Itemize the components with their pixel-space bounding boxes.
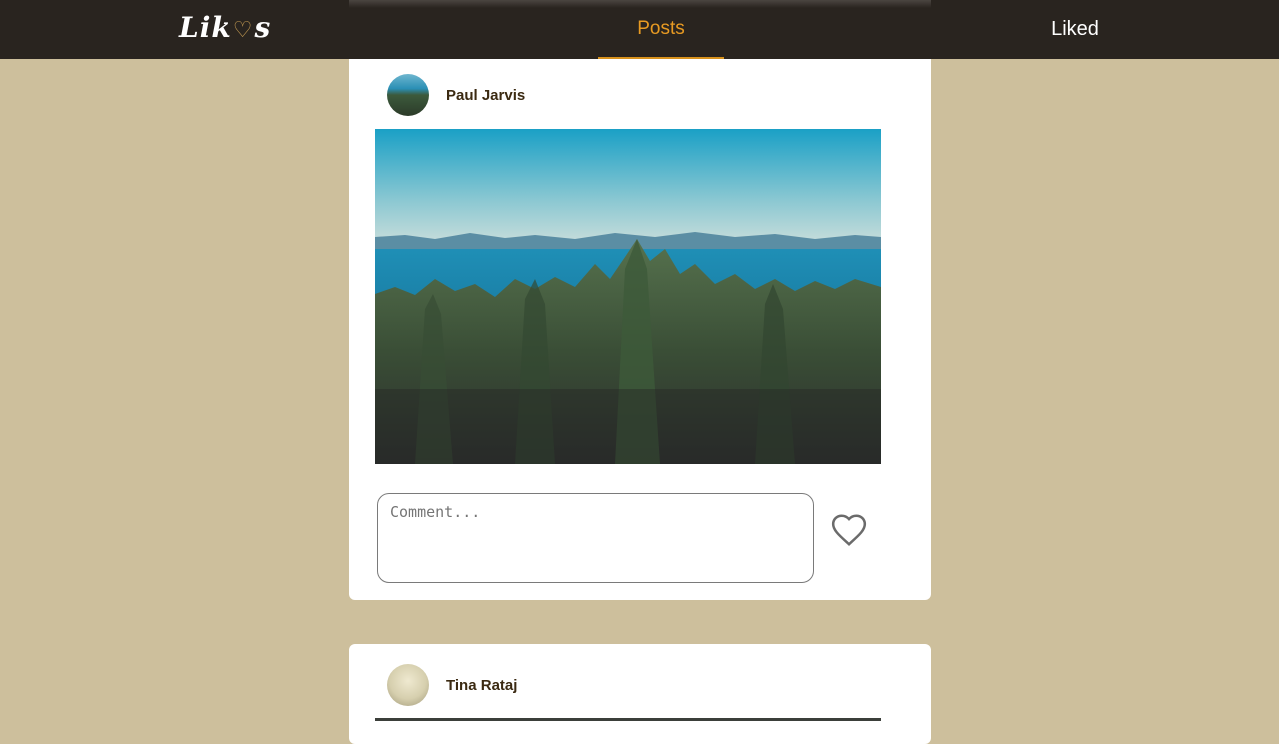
top-navigation-bar: Lik♡s Posts Liked (0, 0, 1279, 59)
logo-text-left: Lik (179, 11, 232, 44)
logo-text-right: s (254, 11, 272, 44)
avatar[interactable] (387, 664, 429, 706)
post-image (375, 129, 881, 464)
tab-posts[interactable]: Posts (598, 0, 724, 59)
post-card: Paul Jarvis (349, 40, 931, 600)
app-logo[interactable]: Lik♡s (179, 10, 271, 46)
heart-logo-icon: ♡ (232, 17, 254, 43)
tab-liked[interactable]: Liked (1030, 0, 1120, 59)
comment-input[interactable] (377, 493, 814, 583)
post-author[interactable]: Tina Rataj (446, 677, 517, 694)
post-author[interactable]: Paul Jarvis (446, 87, 525, 104)
heart-outline-icon[interactable] (830, 511, 868, 549)
avatar[interactable] (387, 74, 429, 116)
post-card: Tina Rataj (349, 644, 931, 744)
